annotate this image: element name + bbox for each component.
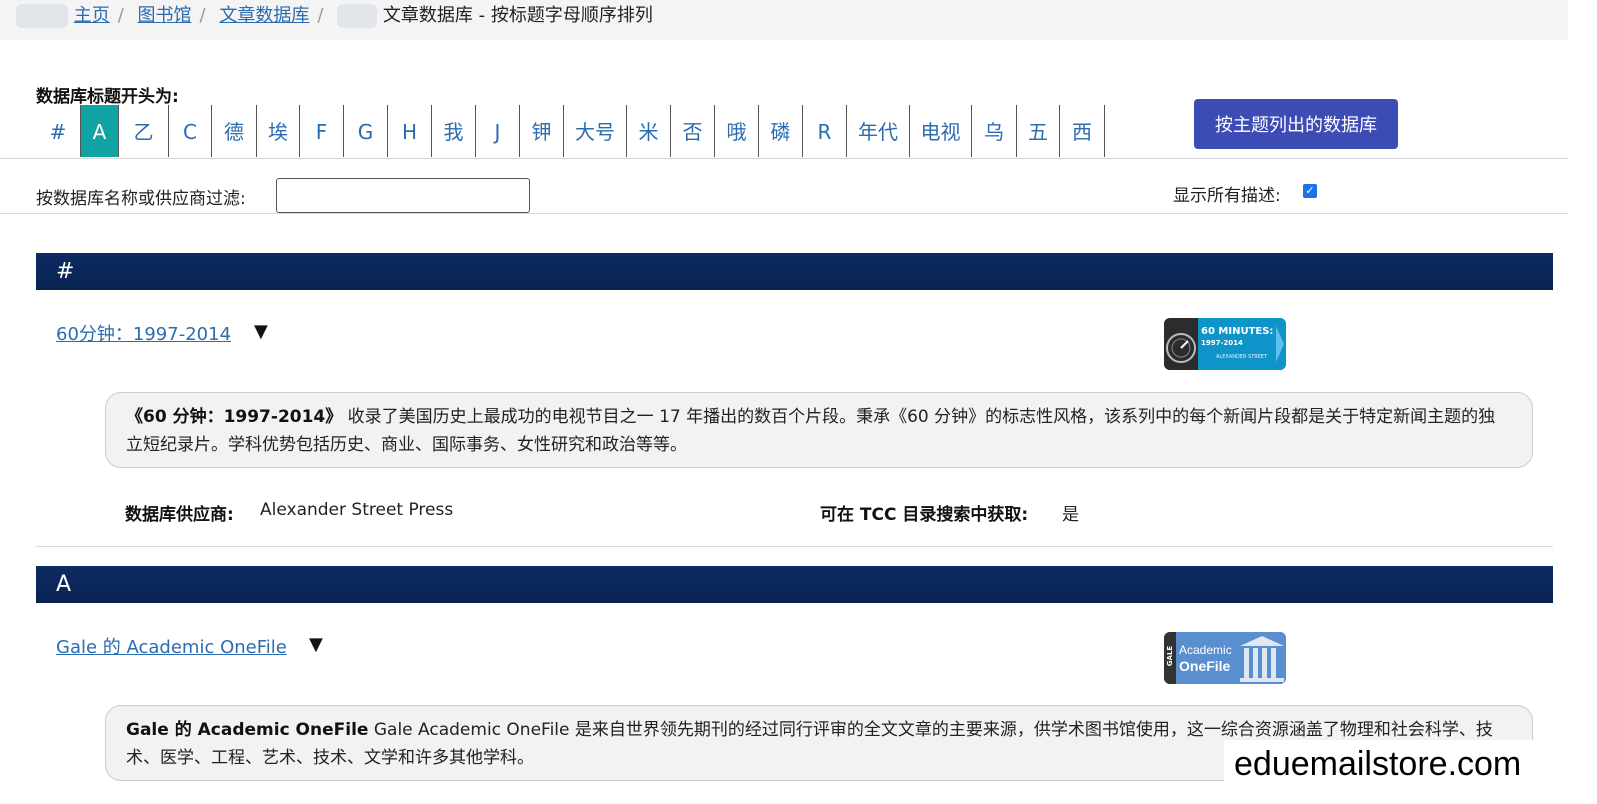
vendor-value: Alexander Street Press: [260, 500, 454, 520]
description-title: Gale 的 Academic OneFile: [126, 720, 369, 740]
alpha-letter[interactable]: #: [36, 105, 81, 157]
divider: [36, 546, 1553, 547]
alpha-letter[interactable]: 西: [1060, 105, 1105, 157]
logo-text: OneFile: [1179, 658, 1231, 674]
alpha-letter[interactable]: 埃: [257, 105, 300, 157]
breadcrumb-library-link[interactable]: 图书馆: [138, 5, 192, 26]
show-all-checkbox[interactable]: ✓: [1303, 184, 1317, 198]
alpha-nav: # A 乙 C 德 埃 F G H 我 J 钾 大号 米 否 哦 磷 R 年代 …: [36, 105, 1105, 157]
60-minutes-logo[interactable]: 60 MINUTES: 1997-2014 ALEXANDER STREET: [1164, 318, 1286, 370]
logo-text: GALE: [1166, 645, 1175, 667]
breadcrumb-separator: /: [117, 5, 124, 26]
divider: [0, 213, 1568, 214]
database-title-link[interactable]: Gale 的 Academic OneFile: [56, 633, 287, 659]
breadcrumb: 主页 / 图书馆 / 文章数据库 / 文章数据库 - 按标题字母顺序排列: [0, 0, 1568, 40]
alpha-letter[interactable]: G: [344, 105, 388, 157]
filter-input[interactable]: [276, 178, 530, 213]
vendor-label: 数据库供应商:: [125, 505, 234, 525]
alpha-letter[interactable]: 电视: [910, 105, 972, 157]
description-box: 《60 分钟：1997-2014》 收录了美国历史上最成功的电视节目之一 17 …: [105, 392, 1533, 468]
alpha-nav-label: 数据库标题开头为:: [36, 87, 179, 107]
tcc-catalog-value: 是: [1062, 505, 1079, 525]
alpha-letter[interactable]: F: [300, 105, 344, 157]
alpha-letter[interactable]: 年代: [847, 105, 910, 157]
academic-onefile-logo[interactable]: GALE Academic OneFile: [1164, 632, 1286, 684]
alpha-letter[interactable]: 乌: [972, 105, 1017, 157]
breadcrumb-databases-link[interactable]: 文章数据库: [219, 5, 309, 26]
alpha-letter[interactable]: 钾: [520, 105, 564, 157]
alpha-letter[interactable]: J: [476, 105, 520, 157]
filter-label: 按数据库名称或供应商过滤:: [36, 189, 246, 209]
divider: [0, 158, 1568, 159]
logo-text: Academic: [1179, 643, 1232, 657]
alpha-letter[interactable]: C: [169, 105, 212, 157]
breadcrumb-separator: /: [317, 5, 324, 26]
subject-list-button[interactable]: 按主题列出的数据库: [1194, 99, 1398, 149]
breadcrumb-separator: /: [199, 5, 206, 26]
expand-toggle-icon[interactable]: ▼: [254, 321, 268, 342]
alpha-letter[interactable]: 我: [432, 105, 476, 157]
logo-text: 60 MINUTES:: [1201, 326, 1274, 337]
logo-text: ALEXANDER STREET: [1216, 354, 1268, 360]
show-all-label: 显示所有描述:: [1173, 186, 1281, 206]
logo-text: 1997-2014: [1201, 339, 1243, 347]
page-icon: [337, 4, 378, 28]
alpha-letter[interactable]: 乙: [119, 105, 169, 157]
alpha-letter[interactable]: R: [803, 105, 847, 157]
section-heading-hash: #: [36, 253, 1553, 290]
alpha-letter-active[interactable]: A: [81, 105, 119, 157]
database-title-link[interactable]: 60分钟：1997-2014: [56, 320, 231, 346]
home-icon: [16, 4, 68, 28]
watermark: eduemailstore.com: [1224, 740, 1568, 788]
alpha-letter[interactable]: 否: [671, 105, 715, 157]
alpha-letter[interactable]: 哦: [715, 105, 759, 157]
breadcrumb-current: 文章数据库 - 按标题字母顺序排列: [382, 5, 653, 26]
alpha-letter[interactable]: 德: [212, 105, 257, 157]
alpha-letter[interactable]: 五: [1017, 105, 1060, 157]
alpha-letter[interactable]: H: [388, 105, 432, 157]
alpha-letter[interactable]: 大号: [564, 105, 627, 157]
description-title: 《60 分钟：1997-2014》: [126, 407, 343, 427]
alpha-letter[interactable]: 磷: [759, 105, 803, 157]
section-heading-a: A: [36, 566, 1553, 603]
alpha-letter[interactable]: 米: [627, 105, 671, 157]
expand-toggle-icon[interactable]: ▼: [309, 634, 323, 655]
breadcrumb-home-link[interactable]: 主页: [74, 5, 110, 26]
tcc-catalog-label: 可在 TCC 目录搜索中获取:: [820, 505, 1029, 525]
